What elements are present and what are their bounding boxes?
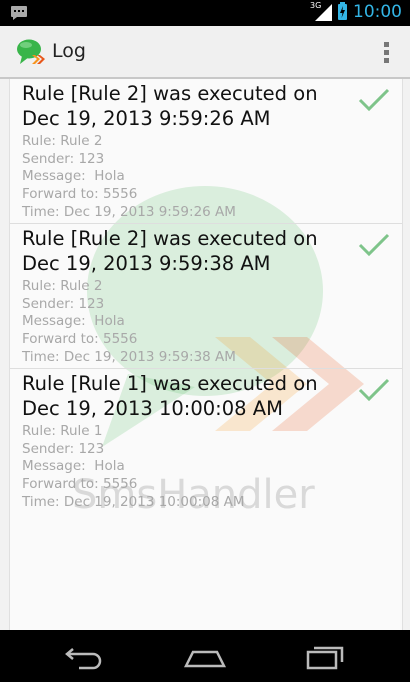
log-item-sender: Sender: 123 — [22, 295, 105, 312]
log-item-rule: Rule: Rule 2 — [22, 133, 103, 149]
log-item-sender: Sender: 123 — [22, 440, 105, 457]
battery-icon — [338, 2, 347, 20]
status-bar: 3G 10:00 — [0, 0, 410, 26]
back-icon[interactable] — [63, 642, 107, 670]
recent-apps-icon[interactable] — [304, 642, 348, 670]
log-item[interactable]: Rule [Rule 2] was executed on Dec 19, 20… — [10, 224, 402, 369]
check-icon — [358, 377, 390, 403]
log-item[interactable]: Rule [Rule 1] was executed on Dec 19, 20… — [10, 369, 402, 514]
log-item-time: Time: Dec 19, 2013 9:59:26 AM — [22, 203, 236, 220]
navigation-bar — [0, 630, 410, 682]
page-title: Log — [52, 40, 86, 62]
phone-screen: 3G 10:00 Log SmsHandler Rule [Rule 2] wa… — [0, 0, 410, 682]
log-item-message: Message: Hola — [22, 313, 125, 330]
action-bar: Log — [0, 26, 410, 79]
overflow-menu-icon[interactable] — [384, 42, 390, 64]
log-item[interactable]: Rule [Rule 2] was executed on Dec 19, 20… — [10, 79, 402, 224]
log-item-title: Rule [Rule 2] was executed on Dec 19, 20… — [22, 227, 318, 275]
check-icon — [358, 87, 390, 113]
log-item-time: Time: Dec 19, 2013 10:00:08 AM — [22, 493, 245, 510]
check-icon — [358, 232, 390, 258]
log-item-title: Rule [Rule 1] was executed on Dec 19, 20… — [22, 372, 318, 420]
log-list[interactable]: SmsHandler Rule [Rule 2] was executed on… — [9, 79, 403, 630]
log-item-rule: Rule: Rule 1 — [22, 423, 103, 439]
log-item-details: Rule: Rule 2 Sender: 123 Message: Hola F… — [22, 278, 236, 367]
log-item-title: Rule [Rule 2] was executed on Dec 19, 20… — [22, 82, 318, 130]
log-item-details: Rule: Rule 2 Sender: 123 Message: Hola F… — [22, 133, 236, 222]
log-item-message: Message: Hola — [22, 458, 125, 475]
log-item-time: Time: Dec 19, 2013 9:59:38 AM — [22, 348, 236, 365]
log-item-sender: Sender: 123 — [22, 150, 105, 167]
status-clock: 10:00 — [353, 2, 402, 22]
status-right-group: 3G 10:00 — [310, 1, 402, 22]
home-icon[interactable] — [183, 642, 227, 670]
app-logo-icon[interactable] — [16, 38, 46, 66]
log-item-rule: Rule: Rule 2 — [22, 278, 103, 294]
log-item-details: Rule: Rule 1 Sender: 123 Message: Hola F… — [22, 423, 245, 512]
log-item-forward: Forward to: 5556 — [22, 186, 138, 203]
log-item-forward: Forward to: 5556 — [22, 476, 138, 493]
signal-icon: 3G — [310, 1, 332, 21]
log-item-message: Message: Hola — [22, 168, 125, 185]
notification-icon — [10, 5, 28, 25]
log-item-forward: Forward to: 5556 — [22, 331, 138, 348]
